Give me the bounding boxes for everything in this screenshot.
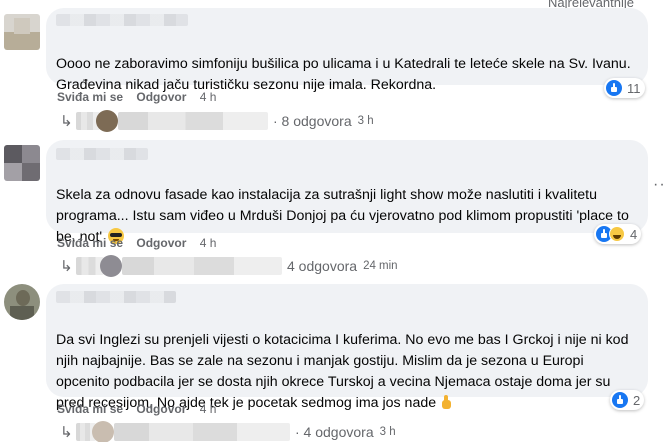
author-name-blurred[interactable] [56, 148, 148, 160]
replier-avatar [100, 255, 122, 277]
like-reaction-icon [606, 80, 622, 96]
reply-arrow-icon: ↳ [60, 258, 73, 275]
reply-arrow-icon: ↳ [60, 424, 73, 441]
reply-timestamp: 24 min [363, 260, 398, 272]
more-options-icon[interactable]: ··· [653, 176, 667, 194]
view-replies-link[interactable]: ↳ · 4 odgovora 3 h [60, 421, 396, 442]
author-name-blurred[interactable] [56, 14, 188, 26]
reply-count[interactable]: · 8 odgovora [273, 113, 352, 129]
comment-timestamp[interactable]: 4 h [200, 236, 217, 250]
like-button[interactable]: Sviđa mi se [57, 90, 123, 104]
like-reaction-icon [612, 392, 628, 408]
comment-timestamp[interactable]: 4 h [200, 402, 217, 416]
replier-avatar [92, 421, 114, 442]
reaction-summary[interactable]: 4 [594, 224, 642, 244]
view-replies-link[interactable]: ↳ · 8 odgovora 3 h [60, 110, 374, 132]
reply-count[interactable]: · 4 odgovora [295, 424, 374, 440]
reply-timestamp: 3 h [379, 426, 396, 438]
reply-timestamp: 3 h [357, 115, 374, 127]
comment-text: Oooo ne zaboravimo simfoniju bušilica po… [56, 56, 631, 93]
reaction-count: 11 [627, 80, 641, 96]
reply-arrow-icon: ↳ [60, 113, 73, 130]
replier-avatar [96, 110, 118, 132]
reaction-summary[interactable]: 11 [604, 78, 645, 98]
reply-button[interactable]: Odgovor [136, 90, 186, 104]
thumbs-up-emoji-icon [438, 394, 454, 410]
comment-actions: Sviđa mi se Odgovor 4 h [57, 236, 226, 250]
author-name-blurred[interactable] [56, 291, 176, 303]
comment-text: Da svi Inglezi su prenjeli vijesti o kot… [56, 332, 629, 411]
comment-bubble: Skela za odnovu fasade kao instalacija z… [46, 140, 648, 245]
view-replies-link[interactable]: ↳ 4 odgovora 24 min [60, 255, 398, 277]
reply-count[interactable]: 4 odgovora [287, 258, 357, 274]
reply-button[interactable]: Odgovor [136, 402, 186, 416]
replier-names-blurred [114, 423, 290, 441]
reaction-count: 4 [630, 226, 638, 242]
comment-actions: Sviđa mi se Odgovor 4 h [57, 402, 226, 416]
avatar[interactable] [4, 284, 40, 320]
haha-reaction-icon [609, 226, 625, 242]
comment-bubble: Oooo ne zaboravimo simfoniju bušilica po… [46, 8, 648, 93]
replier-names-blurred [122, 257, 282, 275]
comment-bubble: Da svi Inglezi su prenjeli vijesti o kot… [46, 284, 648, 411]
like-button[interactable]: Sviđa mi se [57, 402, 123, 416]
comment-timestamp[interactable]: 4 h [200, 90, 217, 104]
replier-names-blurred [118, 112, 268, 130]
reaction-count: 2 [633, 392, 641, 408]
reply-button[interactable]: Odgovor [136, 236, 186, 250]
reaction-summary[interactable]: 2 [610, 390, 645, 410]
avatar[interactable] [4, 145, 40, 181]
comment-actions: Sviđa mi se Odgovor 4 h [57, 90, 226, 104]
like-button[interactable]: Sviđa mi se [57, 236, 123, 250]
avatar[interactable] [4, 14, 40, 50]
